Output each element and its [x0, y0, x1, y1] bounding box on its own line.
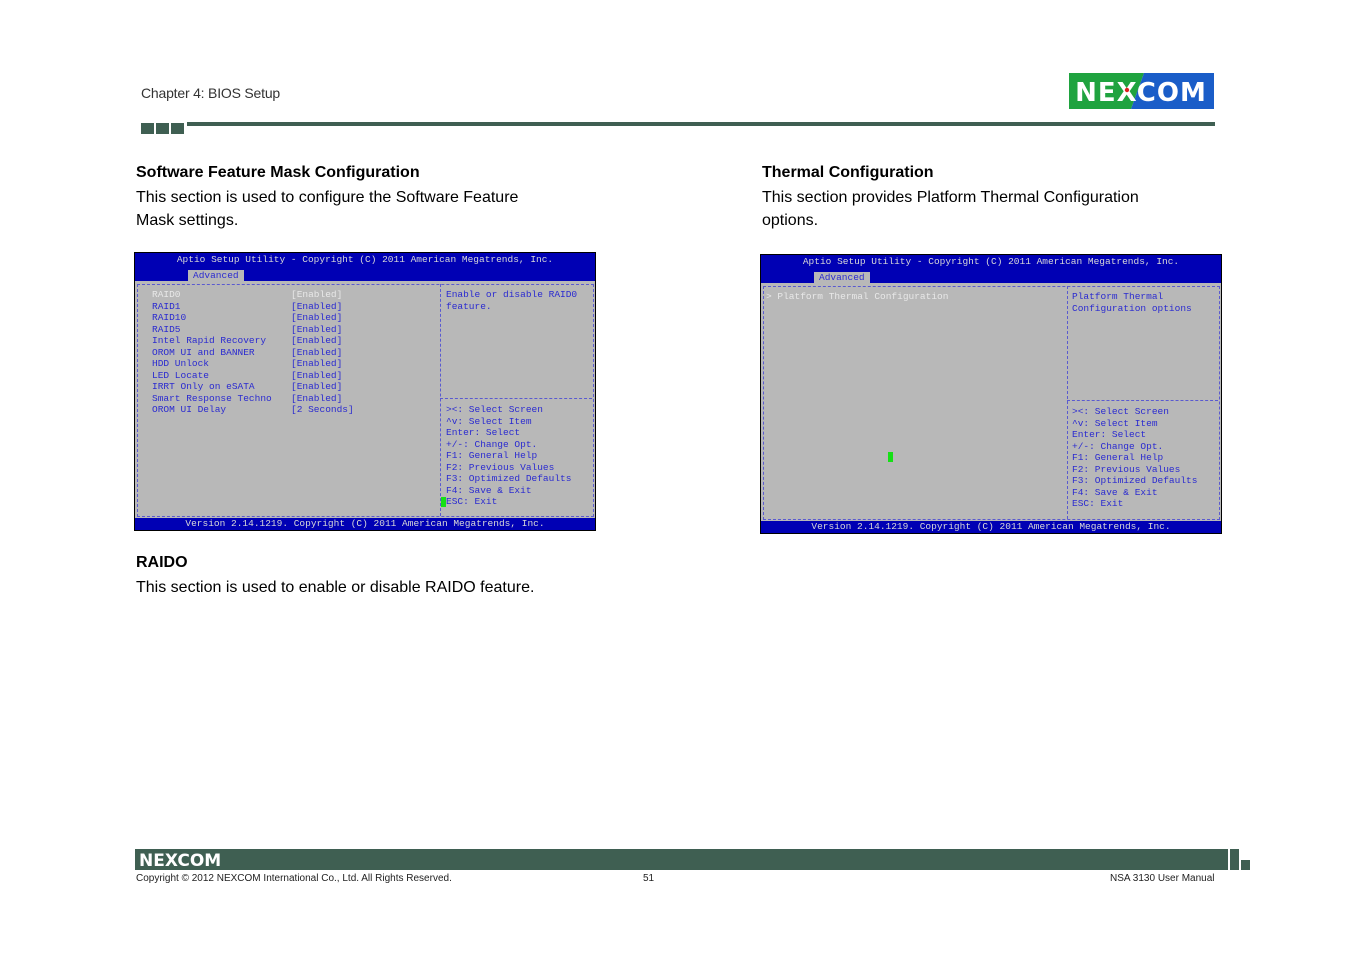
bios-column-divider — [1067, 286, 1068, 519]
menu-item-label[interactable]: RAID10 — [152, 312, 186, 324]
menu-item-label[interactable]: RAID5 — [152, 324, 181, 336]
footer-copyright: Copyright © 2012 NEXCOM International Co… — [136, 873, 452, 884]
key-help-line: ESC: Exit — [1072, 498, 1124, 509]
key-help-line: ><: Select Screen — [446, 404, 543, 415]
bios-help-divider — [440, 398, 592, 399]
menu-item-value[interactable]: [Enabled] — [291, 358, 342, 370]
footer-square-decoration — [1241, 860, 1250, 870]
menu-item-value[interactable]: [Enabled] — [291, 347, 342, 359]
body-line: Mask settings. — [136, 212, 239, 229]
section-title-raido: RAIDO — [136, 554, 188, 571]
menu-item-value[interactable]: [Enabled] — [291, 324, 342, 336]
menu-item-label[interactable]: HDD Unlock — [152, 358, 209, 370]
bios-screen-thermal-configuration: Aptio Setup Utility - Copyright (C) 2011… — [760, 254, 1222, 534]
section-body-software-feature-mask: This section is used to configure the So… — [136, 186, 518, 232]
menu-item-value[interactable]: [Enabled] — [291, 312, 342, 324]
footer-square-decoration — [1230, 849, 1239, 858]
body-line: This section is used to configure the So… — [136, 189, 519, 206]
body-line: options. — [762, 212, 819, 229]
body-line: This section provides Platform Thermal C… — [762, 189, 1139, 206]
menu-item-label[interactable]: RAID0 — [152, 289, 181, 301]
page-number: 51 — [643, 873, 655, 884]
key-help-line: +/-: Change Opt. — [446, 438, 538, 450]
key-help-line: +/-: Change Opt. — [1072, 440, 1164, 452]
bios-help-divider — [1067, 400, 1218, 401]
bios-screen-software-feature-mask: Aptio Setup Utility - Copyright (C) 2011… — [134, 252, 596, 531]
menu-item-label[interactable]: LED Locate — [152, 370, 209, 382]
chapter-title: Chapter 4: BIOS Setup — [141, 85, 280, 101]
menu-item-value[interactable]: [Enabled] — [291, 289, 342, 301]
bios-column-divider — [440, 284, 441, 516]
menu-item-label[interactable]: Smart Response Techno — [152, 393, 272, 405]
svg-text:NEXCOM: NEXCOM — [1075, 78, 1207, 108]
section-title-thermal-configuration: Thermal Configuration — [762, 164, 934, 181]
key-help-line: Enter: Select — [1072, 429, 1147, 440]
key-help-line: ><: Select Screen — [1072, 406, 1169, 417]
text-cursor — [888, 452, 893, 462]
menu-item-value[interactable]: [Enabled] — [291, 301, 342, 313]
menu-item-label[interactable]: Intel Rapid Recovery — [152, 335, 266, 347]
bios-title-bar: Aptio Setup Utility - Copyright (C) 2011… — [761, 255, 1221, 283]
key-help-line: F1: General Help — [446, 450, 538, 461]
help-text-line: feature. — [446, 300, 492, 312]
manual-name: NSA 3130 User Manual — [1110, 873, 1215, 884]
key-help-line: ESC: Exit — [446, 496, 498, 507]
menu-item-value[interactable]: [Enabled] — [291, 335, 342, 347]
menu-item-label[interactable]: OROM UI Delay — [152, 404, 226, 416]
help-text-line: Configuration options — [1072, 302, 1192, 314]
key-help-line: F2: Previous Values — [446, 461, 555, 473]
key-help-line: ^v: Select Item — [446, 415, 532, 427]
menu-item-label[interactable]: OROM UI and BANNER — [152, 347, 255, 359]
bios-title: Aptio Setup Utility - Copyright (C) 2011… — [176, 254, 554, 265]
menu-item-label[interactable]: IRRT Only on eSATA — [152, 381, 255, 393]
nexcom-logo: NEXCOM — [1069, 73, 1214, 109]
bios-version-footer: Version 2.14.1219. Copyright (C) 2011 Am… — [761, 521, 1221, 533]
section-body-thermal-configuration: This section provides Platform Thermal C… — [762, 186, 1139, 232]
footer-bar — [135, 849, 1228, 870]
key-help-line: F4: Save & Exit — [1072, 486, 1158, 498]
key-help-line: F2: Previous Values — [1072, 463, 1181, 475]
key-help-line: F3: Optimized Defaults — [446, 473, 572, 484]
footer-nexcom-logo: NEXCOM — [139, 851, 222, 871]
bios-title: Aptio Setup Utility - Copyright (C) 2011… — [802, 256, 1180, 267]
header-rule — [187, 122, 1215, 126]
key-help-line: F3: Optimized Defaults — [1072, 475, 1198, 486]
menu-item-value[interactable]: [2 Seconds] — [291, 404, 354, 416]
tab-advanced[interactable]: Advanced — [188, 270, 244, 281]
section-title-software-feature-mask: Software Feature Mask Configuration — [136, 164, 420, 181]
key-help-line: ^v: Select Item — [1072, 417, 1158, 429]
section-body-raido: This section is used to enable or disabl… — [136, 579, 535, 596]
help-text-line: Platform Thermal — [1072, 291, 1164, 302]
key-help-line: F1: General Help — [1072, 452, 1164, 463]
tab-advanced[interactable]: Advanced — [814, 272, 870, 283]
key-help-line: Enter: Select — [446, 427, 521, 438]
menu-item-value[interactable]: [Enabled] — [291, 370, 342, 382]
bios-version-footer: Version 2.14.1219. Copyright (C) 2011 Am… — [135, 518, 595, 530]
menu-item-platform-thermal-configuration[interactable]: > Platform Thermal Configuration — [766, 291, 948, 303]
header-squares-decoration — [141, 123, 184, 134]
key-help-line: F4: Save & Exit — [446, 484, 532, 496]
help-text-line: Enable or disable RAID0 — [446, 289, 578, 300]
text-cursor — [441, 497, 446, 507]
bios-title-bar: Aptio Setup Utility - Copyright (C) 2011… — [135, 253, 595, 281]
menu-item-value[interactable]: [Enabled] — [291, 381, 342, 393]
menu-item-value[interactable]: [Enabled] — [291, 393, 342, 405]
menu-item-label[interactable]: RAID1 — [152, 301, 181, 313]
